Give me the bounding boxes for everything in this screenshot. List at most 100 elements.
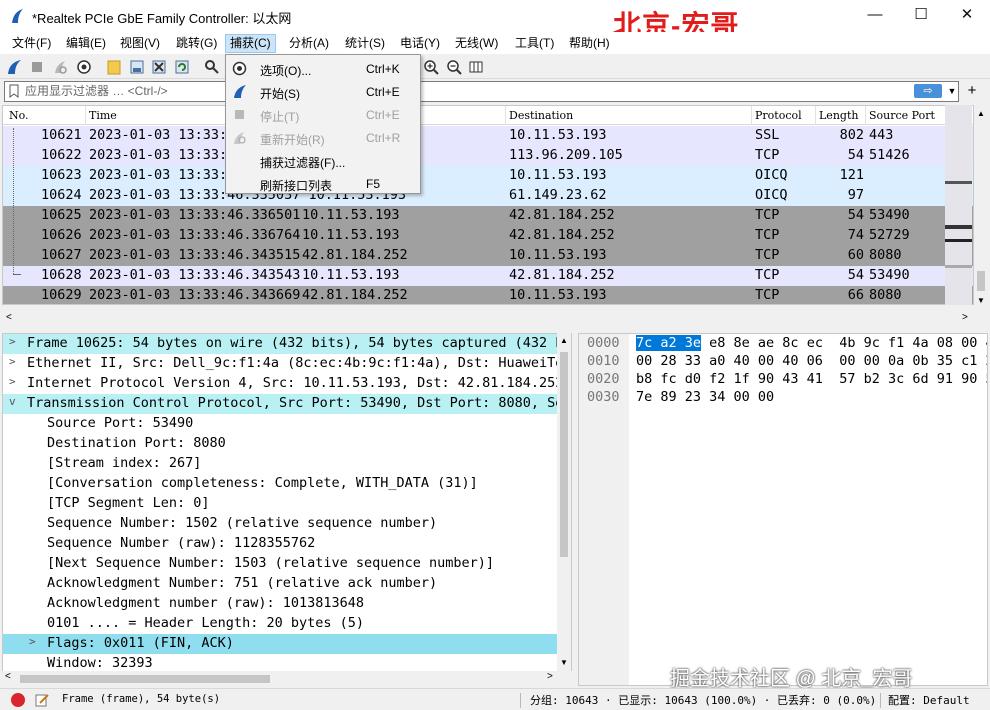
add-filter-button[interactable]: +	[964, 81, 980, 101]
detail-row[interactable]: [Conversation completeness: Complete, WI…	[3, 474, 559, 494]
detail-row[interactable]: [Stream index: 267]	[3, 454, 559, 474]
capture-menu-item[interactable]: 重新开始(R) Ctrl+R	[226, 126, 420, 149]
detail-row[interactable]: Source Port: 53490	[3, 414, 559, 434]
zoom-in-icon[interactable]	[423, 59, 439, 75]
detail-row[interactable]: > Internet Protocol Version 4, Src: 10.11…	[3, 374, 559, 394]
menu-9[interactable]: 工具(T)	[511, 34, 558, 53]
menu-3[interactable]: 跳转(G)	[172, 34, 221, 53]
record-icon[interactable]	[11, 693, 25, 707]
column-divider[interactable]	[505, 106, 506, 125]
packet-list-hscrollbar[interactable]: < >	[2, 311, 974, 327]
packet-row[interactable]: 10621 2023-01-03 13:33: 10.11.53.193 SSL 802…	[3, 126, 973, 146]
menu-5[interactable]: 分析(A)	[285, 34, 333, 53]
menu-10[interactable]: 帮助(H)	[565, 34, 614, 53]
open-file-icon[interactable]	[106, 59, 122, 75]
column-header[interactable]: Length	[819, 109, 858, 122]
chevron-right-icon[interactable]: >	[547, 671, 553, 682]
byte-hex-line[interactable]: 7c a2 3e e8 8e ae 8c ec 4b 9c f1 4a 08 0…	[636, 335, 987, 351]
byte-hex-line[interactable]: 00 28 33 a0 40 00 40 06 00 00 0a 0b 35 c…	[636, 353, 987, 369]
column-divider[interactable]	[85, 106, 86, 125]
chevron-right-icon[interactable]: >	[9, 335, 16, 348]
column-divider[interactable]	[865, 106, 866, 125]
packet-row[interactable]: 10628 2023-01-03 13:33:46.343543 10.11.53.…	[3, 266, 973, 286]
capture-menu-item[interactable]: 刷新接口列表 F5	[226, 172, 420, 195]
packet-row[interactable]: 10623 2023-01-03 13:33: 10.11.53.193 OICQ 12…	[3, 166, 973, 186]
detail-row[interactable]: [Next Sequence Number: 1503 (relative se…	[3, 554, 559, 574]
menu-7[interactable]: 电话(Y)	[396, 34, 444, 53]
packet-row[interactable]: 10622 2023-01-03 13:33: 113.96.209.105 TCP 5…	[3, 146, 973, 166]
column-header[interactable]: Time	[89, 109, 117, 122]
bookmark-icon[interactable]	[8, 84, 20, 98]
chevron-down-icon[interactable]: v	[9, 395, 16, 408]
scroll-thumb[interactable]	[560, 352, 568, 557]
selected-bytes[interactable]: 7c a2 3e	[636, 335, 702, 351]
detail-row[interactable]: > Ethernet II, Src: Dell_9c:f1:4a (8c:ec:…	[3, 354, 559, 374]
menu-1[interactable]: 编辑(E)	[62, 34, 110, 53]
stop-capture-icon[interactable]	[29, 59, 45, 75]
column-header[interactable]: No.	[9, 109, 29, 122]
packet-row[interactable]: 10627 2023-01-03 13:33:46.343515 42.81.184…	[3, 246, 973, 266]
edit-comment-icon[interactable]	[34, 692, 50, 708]
detail-row[interactable]: Sequence Number (raw): 1128355762	[3, 534, 559, 554]
column-header[interactable]: Protocol	[755, 109, 802, 122]
menu-2[interactable]: 视图(V)	[116, 34, 164, 53]
resize-columns-icon[interactable]	[468, 59, 484, 75]
find-packet-icon[interactable]	[204, 59, 220, 75]
menu-6[interactable]: 统计(S)	[341, 34, 389, 53]
byte-hex-line[interactable]: 7e 89 23 34 00 00	[636, 389, 774, 405]
detail-row[interactable]: v Transmission Control Protocol, Src Port…	[3, 394, 559, 414]
capture-menu-item[interactable]: 选项(O)... Ctrl+K	[226, 57, 420, 80]
restart-capture-icon[interactable]	[52, 59, 68, 75]
packet-row[interactable]: 10629 2023-01-03 13:33:46.343669 42.81.184…	[3, 286, 973, 304]
packet-minimap[interactable]	[945, 105, 972, 305]
detail-row[interactable]: Acknowledgment number (raw): 1013813648	[3, 594, 559, 614]
detail-row[interactable]: Destination Port: 8080	[3, 434, 559, 454]
chevron-up-icon[interactable]: ▲	[560, 336, 568, 345]
capture-options-icon[interactable]	[76, 59, 92, 75]
packet-row[interactable]: 10626 2023-01-03 13:33:46.336764 10.11.53.…	[3, 226, 973, 246]
scroll-thumb[interactable]	[977, 271, 985, 291]
capture-menu-item[interactable]: 开始(S) Ctrl+E	[226, 80, 420, 103]
menu-8[interactable]: 无线(W)	[451, 34, 502, 53]
menu-0[interactable]: 文件(F)	[8, 34, 55, 53]
menu-4[interactable]: 捕获(C)	[225, 34, 276, 53]
detail-row[interactable]: 0101 .... = Header Length: 20 bytes (5)	[3, 614, 559, 634]
scroll-thumb[interactable]	[20, 675, 270, 683]
profile-label[interactable]: 配置: Default	[888, 692, 970, 708]
chevron-right-icon[interactable]: >	[9, 375, 16, 388]
detail-row[interactable]: [TCP Segment Len: 0]	[3, 494, 559, 514]
maximize-button[interactable]: ☐	[898, 0, 944, 30]
chevron-right-icon[interactable]: >	[29, 635, 36, 648]
detail-row[interactable]: > Frame 10625: 54 bytes on wire (432 bits…	[3, 334, 559, 354]
minimize-button[interactable]: —	[852, 0, 898, 30]
chevron-down-icon[interactable]: ▼	[977, 296, 985, 305]
apply-filter-button[interactable]: ⇨	[914, 84, 942, 98]
packet-list-vscrollbar[interactable]: ▲ ▼	[974, 105, 988, 309]
column-header[interactable]: Destination	[509, 109, 573, 122]
start-capture-icon[interactable]	[6, 59, 22, 75]
column-divider[interactable]	[751, 106, 752, 125]
chevron-down-icon[interactable]: ▼	[946, 84, 958, 98]
detail-row[interactable]: Sequence Number: 1502 (relative sequence…	[3, 514, 559, 534]
detail-row[interactable]: > Flags: 0x011 (FIN, ACK)	[3, 634, 559, 654]
packet-row[interactable]: 10625 2023-01-03 13:33:46.336501 10.11.53.…	[3, 206, 973, 226]
byte-hex-line[interactable]: b8 fc d0 f2 1f 90 43 41 57 b2 3c 6d 91 9…	[636, 371, 987, 387]
capture-menu-item[interactable]: 停止(T) Ctrl+E	[226, 103, 420, 126]
column-header[interactable]: Source Port	[869, 109, 935, 122]
chevron-right-icon[interactable]: >	[9, 355, 16, 368]
save-file-icon[interactable]	[129, 59, 145, 75]
chevron-left-icon[interactable]: <	[5, 671, 11, 682]
packet-row[interactable]: 10624 2023-01-03 13:33:46.335037 10.11.53…	[3, 186, 973, 206]
display-filter-input[interactable]: 应用显示过滤器 … <Ctrl-/>	[4, 81, 959, 102]
zoom-out-icon[interactable]	[446, 59, 462, 75]
close-file-icon[interactable]	[151, 59, 167, 75]
detail-row[interactable]: Acknowledgment Number: 751 (relative ack…	[3, 574, 559, 594]
close-button[interactable]: ✕	[944, 0, 990, 30]
column-divider[interactable]	[815, 106, 816, 125]
chevron-right-icon[interactable]: >	[962, 312, 968, 323]
chevron-left-icon[interactable]: <	[6, 312, 12, 323]
capture-menu-item[interactable]: 捕获过滤器(F)...	[226, 149, 420, 172]
chevron-down-icon[interactable]: ▼	[560, 658, 568, 667]
chevron-up-icon[interactable]: ▲	[977, 109, 985, 118]
reload-file-icon[interactable]	[174, 59, 190, 75]
